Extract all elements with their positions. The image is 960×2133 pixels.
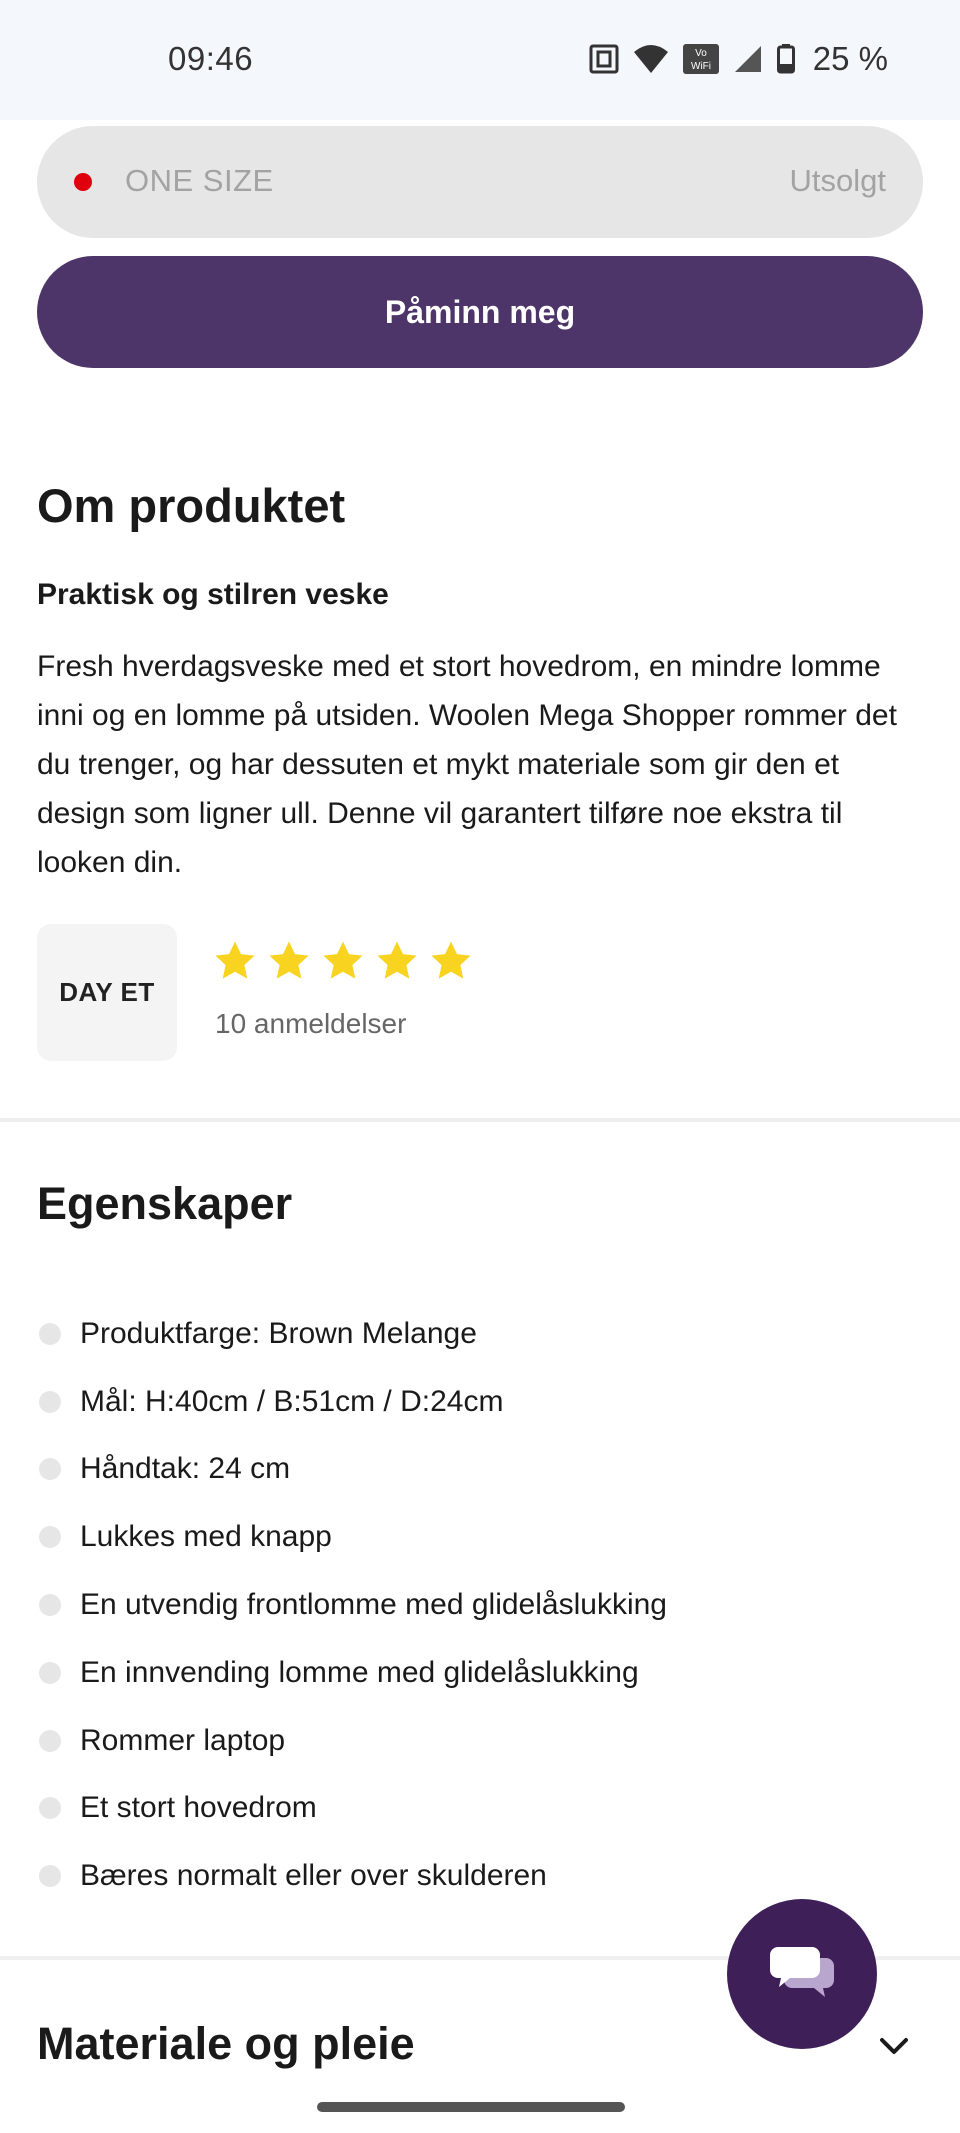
size-status: Utsolgt bbox=[789, 163, 886, 198]
feature-item: Håndtak: 24 cm bbox=[37, 1436, 667, 1504]
chat-bubbles-icon bbox=[768, 1944, 836, 2005]
feature-text: En innvending lomme med glidelåslukking bbox=[80, 1655, 639, 1689]
size-select[interactable]: ONE SIZE Utsolgt bbox=[37, 126, 923, 238]
about-product-subtitle: Praktisk og stilren veske bbox=[37, 578, 389, 611]
star-icon bbox=[428, 938, 474, 984]
vowifi-icon: Vo WiFi bbox=[682, 44, 719, 74]
about-product-description: Fresh hverdagsveske med et stort hovedro… bbox=[37, 650, 897, 879]
bullet-icon bbox=[39, 1594, 61, 1617]
nfc-icon bbox=[589, 44, 619, 74]
chat-button[interactable] bbox=[727, 1899, 877, 2049]
bullet-icon bbox=[39, 1458, 61, 1481]
about-product-title: Om produktet bbox=[37, 479, 346, 532]
star-icon bbox=[212, 938, 258, 984]
feature-item: Bæres normalt eller over skulderen bbox=[37, 1842, 667, 1910]
brand-logo[interactable]: DAY ET bbox=[37, 924, 177, 1061]
bullet-icon bbox=[39, 1322, 61, 1345]
review-count[interactable]: 10 anmeldelser bbox=[215, 1008, 406, 1040]
feature-item: Rommer laptop bbox=[37, 1707, 667, 1775]
status-bar: 09:46 Vo WiFi 25 % bbox=[0, 0, 960, 120]
wifi-icon bbox=[633, 44, 669, 74]
status-time: 09:46 bbox=[168, 40, 254, 77]
bullet-icon bbox=[39, 1526, 61, 1549]
battery-icon bbox=[776, 44, 795, 74]
features-title: Egenskaper bbox=[37, 1178, 293, 1229]
feature-text: Et stort hovedrom bbox=[80, 1791, 317, 1825]
material-care-title[interactable]: Materiale og pleie bbox=[37, 2018, 415, 2070]
feature-text: Rommer laptop bbox=[80, 1723, 286, 1757]
feature-text: En utvendig frontlomme med glidelåslukki… bbox=[80, 1588, 667, 1622]
signal-icon bbox=[733, 44, 763, 74]
feature-item: Produktfarge: Brown Melange bbox=[37, 1300, 667, 1368]
section-divider bbox=[0, 1118, 960, 1122]
chevron-down-icon[interactable] bbox=[876, 2028, 912, 2069]
bullet-icon bbox=[39, 1729, 61, 1752]
feature-text: Bæres normalt eller over skulderen bbox=[80, 1859, 547, 1893]
feature-item: En innvending lomme med glidelåslukking bbox=[37, 1639, 667, 1707]
feature-text: Mål: H:40cm / B:51cm / D:24cm bbox=[80, 1384, 504, 1418]
bullet-icon bbox=[39, 1661, 61, 1684]
feature-text: Produktfarge: Brown Melange bbox=[80, 1316, 477, 1350]
bullet-icon bbox=[39, 1797, 61, 1820]
star-icon bbox=[266, 938, 312, 984]
bullet-icon bbox=[39, 1865, 61, 1888]
star-icon bbox=[320, 938, 366, 984]
star-rating[interactable] bbox=[212, 938, 474, 984]
bullet-icon bbox=[39, 1390, 61, 1413]
feature-item: Lukkes med knapp bbox=[37, 1503, 667, 1571]
feature-item: Et stort hovedrom bbox=[37, 1775, 667, 1843]
svg-text:WiFi: WiFi bbox=[691, 61, 711, 72]
svg-text:Vo: Vo bbox=[695, 48, 707, 59]
sold-out-indicator bbox=[74, 173, 92, 191]
features-list: Produktfarge: Brown Melange Mål: H:40cm … bbox=[37, 1300, 667, 1910]
feature-item: Mål: H:40cm / B:51cm / D:24cm bbox=[37, 1368, 667, 1436]
status-icons: Vo WiFi 25 % bbox=[589, 40, 888, 78]
star-icon bbox=[374, 938, 420, 984]
battery-level: 25 % bbox=[812, 40, 888, 77]
remind-me-button[interactable]: Påminn meg bbox=[37, 256, 923, 368]
feature-item: En utvendig frontlomme med glidelåslukki… bbox=[37, 1571, 667, 1639]
home-indicator[interactable] bbox=[317, 2102, 625, 2112]
size-label: ONE SIZE bbox=[125, 163, 274, 198]
feature-text: Lukkes med knapp bbox=[80, 1520, 332, 1554]
feature-text: Håndtak: 24 cm bbox=[80, 1452, 291, 1486]
